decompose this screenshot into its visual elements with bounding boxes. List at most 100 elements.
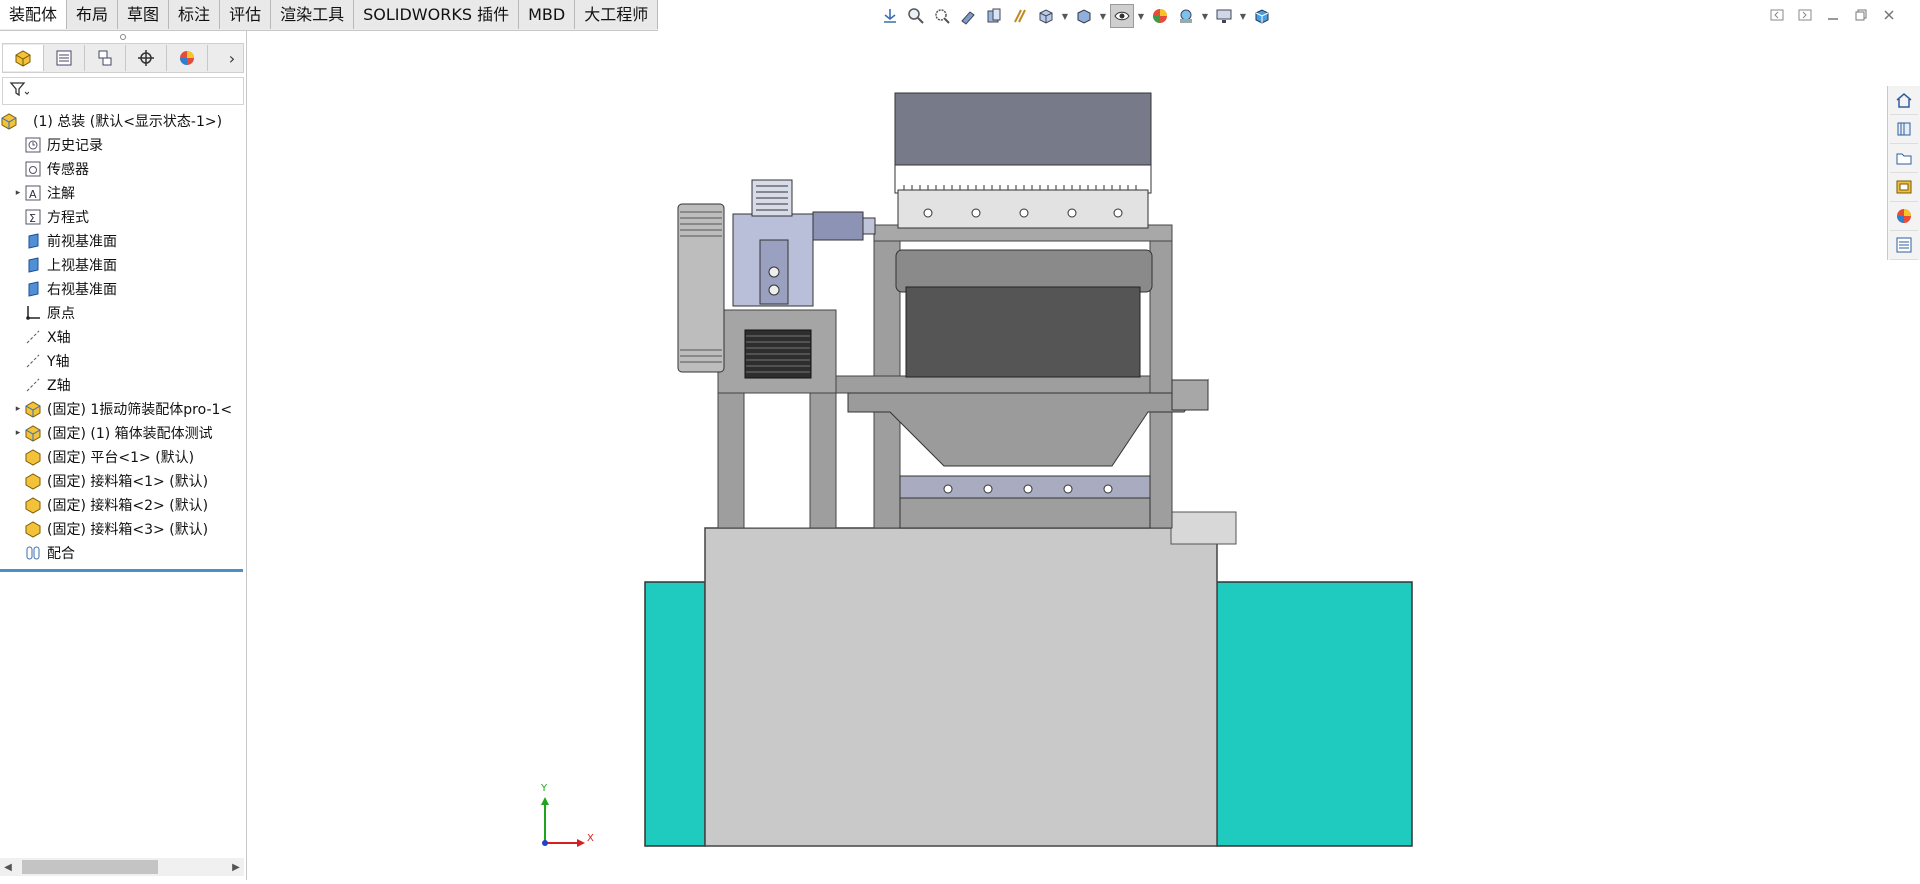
- tab-markup[interactable]: 标注: [169, 0, 221, 29]
- graphics-area[interactable]: Y X: [247, 31, 1888, 880]
- minimize-icon[interactable]: [1824, 6, 1842, 24]
- chevron-down-icon[interactable]: ▼: [1136, 4, 1146, 28]
- configuration-manager-tab-icon[interactable]: [85, 45, 126, 71]
- zoom-to-area-icon[interactable]: [930, 4, 954, 28]
- tree-item-z-axis[interactable]: Z轴: [0, 373, 246, 397]
- tree-rollback-bar[interactable]: [0, 569, 243, 572]
- appearances-icon[interactable]: [1890, 202, 1918, 231]
- tab-assembly[interactable]: 装配体: [0, 0, 68, 29]
- tab-evaluate[interactable]: 评估: [220, 0, 272, 29]
- design-library-icon[interactable]: [1890, 115, 1918, 144]
- tab-sketch[interactable]: 草图: [118, 0, 170, 29]
- annotation-icon: A: [24, 184, 42, 202]
- svg-text:A: A: [29, 188, 37, 201]
- plane-icon: [24, 232, 42, 250]
- expand-arrow-icon[interactable]: ▸: [12, 188, 24, 198]
- tree-item-bin-2[interactable]: (固定) 接料箱<2> (默认): [0, 493, 246, 517]
- collapse-right-icon[interactable]: [1796, 6, 1814, 24]
- display-manager-tab-icon[interactable]: [167, 45, 208, 71]
- tree-item-label: 上视基准面: [47, 258, 117, 274]
- tree-item-origin[interactable]: 原点: [0, 301, 246, 325]
- restore-icon[interactable]: [1852, 6, 1870, 24]
- dimxpert-manager-tab-icon[interactable]: [126, 45, 167, 71]
- tree-root-assembly[interactable]: (1) 总装 (默认<显示状态-1>): [0, 109, 246, 133]
- tab-layout[interactable]: 布局: [67, 0, 119, 29]
- tree-item-top-plane[interactable]: 上视基准面: [0, 253, 246, 277]
- hide-show-items-icon[interactable]: [1110, 4, 1134, 28]
- expand-arrow-icon[interactable]: ▸: [12, 428, 24, 438]
- panel-grip-icon[interactable]: [0, 31, 246, 43]
- coupling-flange: [862, 217, 876, 235]
- tree-item-front-plane[interactable]: 前视基准面: [0, 229, 246, 253]
- tree-item-label: X轴: [47, 330, 71, 346]
- chevron-down-icon[interactable]: ▼: [1238, 4, 1248, 28]
- expand-arrow-icon[interactable]: ▸: [12, 404, 24, 414]
- collapse-left-icon[interactable]: [1768, 6, 1786, 24]
- part-icon: [24, 448, 42, 466]
- section-view-icon[interactable]: [982, 4, 1006, 28]
- tree-item-bin-1[interactable]: (固定) 接料箱<1> (默认): [0, 469, 246, 493]
- horizontal-scrollbar[interactable]: ◀ ▶: [0, 858, 244, 876]
- view-palette-icon[interactable]: [1890, 173, 1918, 202]
- coupling: [812, 211, 864, 241]
- tree-item-bin-3[interactable]: (固定) 接料箱<3> (默认): [0, 517, 246, 541]
- view-settings-icon[interactable]: [1212, 4, 1236, 28]
- apply-scene-icon[interactable]: [1174, 4, 1198, 28]
- display-style-icon[interactable]: [1072, 4, 1096, 28]
- scroll-right-icon[interactable]: ▶: [228, 862, 244, 873]
- close-icon[interactable]: [1880, 6, 1898, 24]
- frame-inner-white: [743, 392, 811, 529]
- tree-item-mates[interactable]: 配合: [0, 541, 246, 565]
- platform: [704, 527, 1218, 847]
- view-orientation-icon[interactable]: [878, 4, 902, 28]
- tab-mbd[interactable]: MBD: [519, 0, 576, 29]
- view-orientation-cube-icon[interactable]: [1034, 4, 1058, 28]
- chevron-down-icon[interactable]: ▼: [1200, 4, 1210, 28]
- edit-appearance-icon[interactable]: [1148, 4, 1172, 28]
- tab-solidworks-addins[interactable]: SOLIDWORKS 插件: [354, 0, 520, 29]
- previous-view-icon[interactable]: [956, 4, 980, 28]
- equation-icon: Σ: [24, 208, 42, 226]
- file-explorer-icon[interactable]: [1890, 144, 1918, 173]
- tree-item-label: 注解: [47, 186, 75, 202]
- tree-item-box-subassembly[interactable]: ▸ (固定) (1) 箱体装配体测试: [0, 421, 246, 445]
- tree-item-right-plane[interactable]: 右视基准面: [0, 277, 246, 301]
- home-icon[interactable]: [1890, 86, 1918, 115]
- tab-engineer[interactable]: 大工程师: [575, 0, 659, 29]
- tree-item-x-axis[interactable]: X轴: [0, 325, 246, 349]
- tree-item-annotations[interactable]: ▸ A 注解: [0, 181, 246, 205]
- tree-item-label: (固定) 接料箱<1> (默认): [47, 474, 209, 490]
- dynamic-annotation-icon[interactable]: [1008, 4, 1032, 28]
- outlet-tab: [1170, 511, 1237, 545]
- tree-item-vibrating-screen-subassembly[interactable]: ▸ (固定) 1振动筛装配体pro-1<: [0, 397, 246, 421]
- chevron-down-icon[interactable]: ▼: [1060, 4, 1070, 28]
- tree-filter-field[interactable]: [2, 77, 244, 105]
- tree-item-history[interactable]: 历史记录: [0, 133, 246, 157]
- tree-item-platform[interactable]: (固定) 平台<1> (默认): [0, 445, 246, 469]
- svg-text:Σ: Σ: [29, 212, 36, 225]
- scroll-thumb[interactable]: [22, 860, 158, 874]
- property-manager-tab-icon[interactable]: [44, 45, 85, 71]
- assembly-model[interactable]: [247, 31, 1888, 880]
- document-window-controls: [1768, 6, 1898, 24]
- left-bin: [644, 581, 706, 847]
- tree-item-label: 方程式: [47, 210, 89, 226]
- tree-item-sensors[interactable]: 传感器: [0, 157, 246, 181]
- scroll-left-icon[interactable]: ◀: [0, 862, 16, 873]
- right-bin: [1216, 581, 1413, 847]
- tree-item-label: 右视基准面: [47, 282, 117, 298]
- feature-tree-tab-icon[interactable]: [3, 45, 44, 71]
- scroll-track[interactable]: [16, 860, 228, 874]
- view-cube-icon[interactable]: [1250, 4, 1274, 28]
- reference-triad: Y X: [537, 783, 597, 855]
- tab-render-tools[interactable]: 渲染工具: [271, 0, 355, 29]
- chevron-down-icon[interactable]: ▼: [1098, 4, 1108, 28]
- custom-properties-icon[interactable]: [1890, 231, 1918, 260]
- tree-item-equations[interactable]: Σ 方程式: [0, 205, 246, 229]
- tree-item-y-axis[interactable]: Y轴: [0, 349, 246, 373]
- chevron-right-icon[interactable]: ›: [221, 49, 243, 68]
- lower-channel: [899, 497, 1151, 529]
- tree-item-label: 历史记录: [47, 138, 103, 154]
- hopper-screen: [894, 164, 1152, 194]
- zoom-to-fit-icon[interactable]: [904, 4, 928, 28]
